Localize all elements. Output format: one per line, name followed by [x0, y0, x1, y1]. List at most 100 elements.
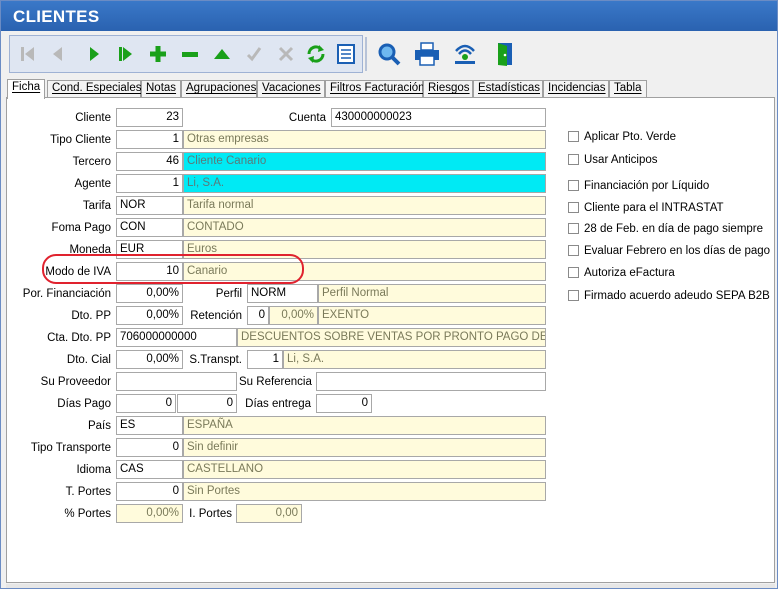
checkbox-financiacion-liquido[interactable]: Financiación por Líquido: [568, 180, 709, 192]
checkbox-cliente-intrastat[interactable]: Cliente para el INTRASTAT: [568, 202, 724, 214]
perfil-code[interactable]: NORM: [247, 284, 318, 303]
checkbox-box[interactable]: [568, 131, 579, 142]
forma-pago-desc: CONTADO: [183, 218, 546, 237]
last-record-icon[interactable]: [112, 40, 140, 68]
i-portes-field: 0,00: [236, 504, 302, 523]
tercero-label: Tercero: [72, 156, 111, 168]
dias-pago-label: Días Pago: [57, 398, 111, 410]
i-portes-label: I. Portes: [189, 508, 232, 520]
status-bar: [6, 584, 775, 588]
checkbox-box[interactable]: [568, 154, 579, 165]
modo-iva-desc: Canario: [183, 262, 546, 281]
dto-pp-field[interactable]: 0,00%: [116, 306, 183, 325]
cta-dto-pp-desc: DESCUENTOS SOBRE VENTAS POR PRONTO PAGO …: [237, 328, 546, 347]
cta-dto-pp-code[interactable]: 706000000000: [116, 328, 237, 347]
list-view-icon[interactable]: [332, 40, 360, 68]
add-record-icon[interactable]: [144, 40, 172, 68]
dias-entrega-field[interactable]: 0: [316, 394, 372, 413]
retencion-pct: 0,00%: [269, 306, 318, 325]
clientes-window: CLIENTES Ficha Cond. Especiales Notas Ag…: [0, 0, 778, 589]
s-transpt-code[interactable]: 1: [247, 350, 283, 369]
agente-code[interactable]: 1: [116, 174, 183, 193]
search-icon[interactable]: [373, 39, 405, 69]
pais-code[interactable]: ES: [116, 416, 183, 435]
tercero-code[interactable]: 46: [116, 152, 183, 171]
first-record-icon[interactable]: [14, 40, 42, 68]
s-transpt-label: S.Transpt.: [189, 354, 242, 366]
tab-tabla[interactable]: Tabla: [609, 80, 647, 98]
perfil-desc: Perfil Normal: [318, 284, 546, 303]
tipo-transporte-code[interactable]: 0: [116, 438, 183, 457]
tab-estadisticas[interactable]: Estadísticas: [473, 80, 543, 98]
edit-record-icon[interactable]: [208, 40, 236, 68]
delete-record-icon[interactable]: [176, 40, 204, 68]
ficha-panel: Cliente 23 Cuenta 430000000023 Tipo Clie…: [6, 97, 775, 583]
tab-filtros-facturacion[interactable]: Filtros Facturación: [325, 80, 425, 98]
checkbox-box[interactable]: [568, 202, 579, 213]
checkbox-28-feb[interactable]: 28 de Feb. en día de pago siempre: [568, 223, 763, 235]
checkbox-aplicar-pto-verde[interactable]: Aplicar Pto. Verde: [568, 131, 676, 143]
refresh-icon[interactable]: [302, 40, 330, 68]
retencion-desc: EXENTO: [318, 306, 546, 325]
checkbox-box[interactable]: [568, 267, 579, 278]
t-portes-code[interactable]: 0: [116, 482, 183, 501]
por-financiacion-field[interactable]: 0,00%: [116, 284, 183, 303]
tab-notas[interactable]: Notas: [141, 80, 181, 98]
checkbox-usar-anticipos[interactable]: Usar Anticipos: [568, 154, 658, 166]
next-record-icon[interactable]: [80, 40, 108, 68]
checkbox-sepa-b2b[interactable]: Firmado acuerdo adeudo SEPA B2B: [568, 290, 770, 302]
tab-vacaciones[interactable]: Vacaciones: [257, 80, 325, 98]
su-proveedor-field[interactable]: [116, 372, 237, 391]
moneda-label: Moneda: [69, 244, 111, 256]
idioma-label: Idioma: [76, 464, 111, 476]
tab-cond-especiales[interactable]: Cond. Especiales: [47, 80, 142, 98]
checkbox-label: Firmado acuerdo adeudo SEPA B2B: [584, 290, 770, 302]
pct-portes-field: 0,00%: [116, 504, 183, 523]
dias-entrega-label: Días entrega: [245, 398, 311, 410]
previous-record-icon[interactable]: [44, 40, 72, 68]
su-referencia-field[interactable]: [316, 372, 546, 391]
dto-cial-field[interactable]: 0,00%: [116, 350, 183, 369]
tab-ficha[interactable]: Ficha: [7, 79, 45, 99]
modo-iva-code[interactable]: 10: [116, 262, 183, 281]
exit-door-icon[interactable]: [489, 39, 521, 69]
moneda-desc: Euros: [183, 240, 546, 259]
agente-label: Agente: [74, 178, 111, 190]
dias-pago-field-2[interactable]: 0: [177, 394, 237, 413]
perfil-label: Perfil: [215, 288, 242, 300]
checkbox-label: 28 de Feb. en día de pago siempre: [584, 223, 764, 235]
tab-agrupaciones[interactable]: Agrupaciones: [181, 80, 257, 98]
print-icon[interactable]: [411, 39, 443, 69]
tipo-transporte-label: Tipo Transporte: [30, 442, 111, 454]
dias-pago-field-1[interactable]: 0: [116, 394, 176, 413]
retencion-code[interactable]: 0: [247, 306, 269, 325]
s-transpt-desc: Li, S.A.: [283, 350, 546, 369]
checkbox-label: Autoriza eFactura: [584, 267, 675, 279]
checkbox-autoriza-efactura[interactable]: Autoriza eFactura: [568, 267, 675, 279]
idioma-code[interactable]: CAS: [116, 460, 183, 479]
t-portes-desc: Sin Portes: [183, 482, 546, 501]
checkbox-label: Aplicar Pto. Verde: [584, 131, 677, 143]
tab-incidencias[interactable]: Incidencias: [543, 80, 609, 98]
pais-desc: ESPAÑA: [183, 416, 546, 435]
checkbox-box[interactable]: [568, 245, 579, 256]
checkbox-evaluar-febrero[interactable]: Evaluar Febrero en los días de pago: [568, 245, 770, 257]
tercero-desc: Cliente Canario: [183, 152, 546, 171]
moneda-code[interactable]: EUR: [116, 240, 183, 259]
tarifa-desc: Tarifa normal: [183, 196, 546, 215]
cliente-field[interactable]: 23: [116, 108, 183, 127]
cuenta-field[interactable]: 430000000023: [331, 108, 546, 127]
checkbox-box[interactable]: [568, 290, 579, 301]
forma-pago-code[interactable]: CON: [116, 218, 183, 237]
tipo-cliente-code[interactable]: 1: [116, 130, 183, 149]
confirm-icon[interactable]: [240, 40, 268, 68]
idioma-desc: CASTELLANO: [183, 460, 546, 479]
connect-icon[interactable]: [449, 39, 481, 69]
checkbox-box[interactable]: [568, 223, 579, 234]
dto-cial-label: Dto. Cial: [66, 354, 111, 366]
cancel-icon[interactable]: [272, 40, 300, 68]
tarifa-code[interactable]: NOR: [116, 196, 183, 215]
tab-riesgos[interactable]: Riesgos: [423, 80, 473, 98]
checkbox-box[interactable]: [568, 180, 579, 191]
tipo-cliente-desc: Otras empresas: [183, 130, 546, 149]
